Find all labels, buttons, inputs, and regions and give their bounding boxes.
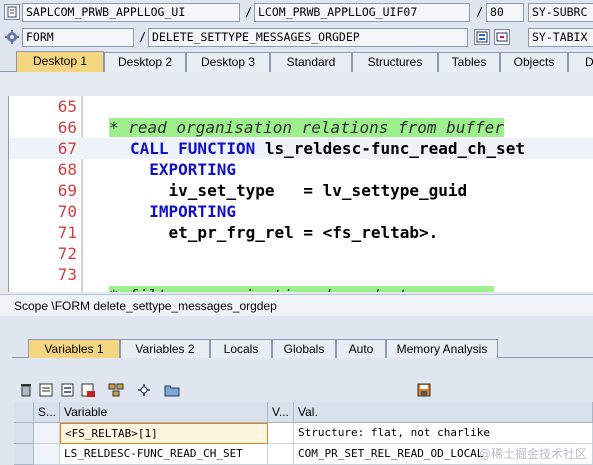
line-number: 72 xyxy=(57,244,77,263)
line-number: 66 xyxy=(57,118,77,137)
tab-tables[interactable]: Tables xyxy=(438,52,500,72)
code-text: * read organisation relations from buffe… xyxy=(109,117,504,138)
code-text: iv_set_type = lv_settype_guid xyxy=(130,180,468,201)
tab-variables-1[interactable]: Variables 1 xyxy=(28,339,120,358)
line-number: 68 xyxy=(57,160,77,179)
code-statement: ls_reldesc-func_read_ch_set xyxy=(255,139,525,158)
clear-icon[interactable] xyxy=(38,382,54,398)
code-line[interactable]: 71 et_pr_frg_rel = <fs_reltab>. xyxy=(9,222,593,243)
delete-icon[interactable] xyxy=(18,382,34,398)
tab-desktop-1[interactable]: Desktop 1 xyxy=(16,51,104,73)
row-selector[interactable] xyxy=(14,444,34,465)
tab-desktop-overflow[interactable]: De xyxy=(568,52,593,72)
tab-desktop-3[interactable]: Desktop 3 xyxy=(186,52,270,72)
code-line[interactable]: 73 xyxy=(9,264,593,285)
grid-header-value[interactable]: Val. xyxy=(294,402,593,423)
code-line[interactable]: 72 xyxy=(9,243,593,264)
separator: / xyxy=(476,5,484,19)
tab-locals[interactable]: Locals xyxy=(210,339,272,358)
variable-input[interactable]: LS_RELDESC-FUNC_READ_CH_SET xyxy=(60,444,268,465)
variables-toolbar xyxy=(14,380,593,400)
desktop-tab-strip: Desktop 1 Desktop 2 Desktop 3 Standard S… xyxy=(0,50,593,73)
code-comment: * read organisation relations from buffe… xyxy=(109,118,504,137)
scope-bar: Scope \FORM delete_settype_messages_orgd… xyxy=(0,294,593,316)
navigate-icon[interactable] xyxy=(494,29,510,45)
tab-globals[interactable]: Globals xyxy=(272,339,336,358)
debugger-header-row2: FORM / DELETE_SETTYPE_MESSAGES_ORGDEP SY… xyxy=(0,25,593,50)
grid-header-v[interactable]: V... xyxy=(268,402,294,423)
tab-desktop-2[interactable]: Desktop 2 xyxy=(104,52,186,72)
variable-input[interactable]: <FS_RELTAB>[1] xyxy=(60,423,268,444)
save-icon[interactable] xyxy=(416,382,432,398)
sy-subrc-field: SY-SUBRC xyxy=(528,3,593,22)
grid-header-variable[interactable]: Variable xyxy=(60,402,268,423)
code-keyword: EXPORTING xyxy=(130,160,236,179)
tab-standard[interactable]: Standard xyxy=(270,52,352,72)
debugger-header-row1: SAPLCOM_PRWB_APPLLOG_UI / LCOM_PRWB_APPL… xyxy=(0,0,593,25)
code-text: CALL FUNCTION ls_reldesc-func_read_ch_se… xyxy=(130,138,525,159)
program-name-field: SAPLCOM_PRWB_APPLLOG_UI xyxy=(22,3,240,22)
code-comment: * filter organisation dependent messages xyxy=(109,286,495,292)
code-statement: iv_set_type = lv_settype_guid xyxy=(130,181,468,200)
sy-tabix-field: SY-TABIX xyxy=(528,28,593,47)
load-variables-icon[interactable] xyxy=(80,382,96,398)
line-number: 70 xyxy=(57,202,77,221)
table-cell xyxy=(268,423,294,444)
table-cell xyxy=(268,444,294,465)
separator: / xyxy=(139,30,147,44)
grid-header-status[interactable]: S... xyxy=(34,402,60,423)
code-keyword: IMPORTING xyxy=(130,202,236,221)
include-name-field: LCOM_PRWB_APPLLOG_UIF07 xyxy=(254,3,470,22)
line-number: 65 xyxy=(57,97,77,116)
line-number: 73 xyxy=(57,265,77,284)
tab-variables-2[interactable]: Variables 2 xyxy=(120,339,210,358)
gear-icon xyxy=(4,29,20,45)
tab-objects[interactable]: Objects xyxy=(500,52,568,72)
code-text: EXPORTING xyxy=(130,159,236,180)
code-line[interactable]: 70 IMPORTING xyxy=(9,201,593,222)
save-variables-icon[interactable] xyxy=(60,382,76,398)
line-number: 71 xyxy=(57,223,77,242)
value-cell[interactable]: Structure: flat, not charlike xyxy=(294,423,593,444)
row-selector[interactable] xyxy=(14,423,34,444)
code-keyword: CALL FUNCTION xyxy=(130,139,256,158)
code-line[interactable]: 66 * read organisation relations from buf… xyxy=(9,117,593,138)
block-name-field: DELETE_SETTYPE_MESSAGES_ORGDEP xyxy=(148,28,468,47)
source-code-editor[interactable]: 65 66 * read organisation relations from b… xyxy=(8,96,593,292)
line-number: 67 xyxy=(57,139,77,158)
watermark-text: @稀土掘金技术社区 xyxy=(478,447,587,461)
code-line[interactable]: 69 iv_set_type = lv_settype_guid xyxy=(9,180,593,201)
code-line[interactable]: 65 xyxy=(9,96,593,117)
grid-header-select xyxy=(14,402,34,423)
folder-icon[interactable] xyxy=(164,382,180,398)
code-line[interactable]: 68 EXPORTING xyxy=(9,159,593,180)
display-block-icon[interactable] xyxy=(474,29,490,45)
code-text: IMPORTING xyxy=(130,201,236,222)
table-cell xyxy=(34,423,60,444)
code-line[interactable]: * filter organisation dependent messages xyxy=(9,285,593,292)
code-text: * filter organisation dependent messages xyxy=(109,285,495,292)
variables-tab-strip: Variables 1 Variables 2 Locals Globals A… xyxy=(12,338,593,358)
line-number: 69 xyxy=(57,181,77,200)
separator: / xyxy=(245,5,253,19)
structure-icon[interactable] xyxy=(108,382,124,398)
code-statement: et_pr_frg_rel = <fs_reltab>. xyxy=(130,223,439,242)
navigate-tree-icon[interactable] xyxy=(136,382,152,398)
code-text: et_pr_frg_rel = <fs_reltab>. xyxy=(130,222,439,243)
program-icon xyxy=(4,4,20,20)
tab-memory-analysis[interactable]: Memory Analysis xyxy=(386,339,498,358)
tab-auto[interactable]: Auto xyxy=(336,339,386,358)
block-type-field: FORM xyxy=(22,28,134,47)
line-number-field: 80 xyxy=(486,3,524,22)
code-line[interactable]: 67 CALL FUNCTION ls_reldesc-func_read_ch_… xyxy=(9,138,593,159)
tab-structures[interactable]: Structures xyxy=(352,52,438,72)
table-cell xyxy=(34,444,60,465)
